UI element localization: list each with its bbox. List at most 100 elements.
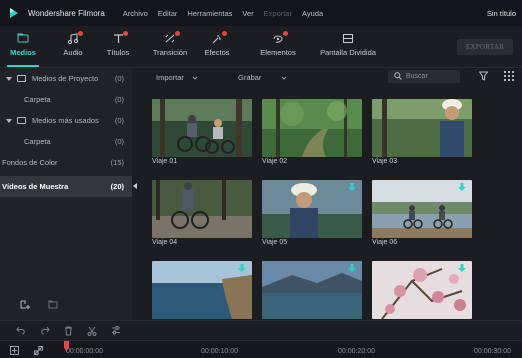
download-icon[interactable] [458, 183, 466, 192]
sidebar-item-count: (0) [114, 74, 124, 83]
timecode-label: 00:00:30:00 [474, 348, 511, 355]
tab-pantalla-dividida[interactable]: Pantalla Dividida [308, 30, 388, 57]
menu-exportar[interactable]: Exportar [264, 9, 292, 18]
menu-bar: Archivo Editar Herramientas Ver Exportar… [123, 9, 333, 18]
mountain-lake-image [262, 261, 362, 319]
expand-triangle-icon[interactable] [6, 118, 12, 123]
menu-herramientas[interactable]: Herramientas [187, 9, 232, 18]
transition-icon [164, 30, 180, 46]
cyclist-helmet-lake-image [262, 180, 362, 238]
tab-titulos-label: Títulos [106, 48, 130, 57]
grid-view-icon[interactable] [504, 71, 514, 83]
sidebar-item-label: Medios más usados [32, 116, 99, 125]
thumbnail-caption: Viaje 01 [152, 158, 178, 165]
sidebar-item-count: (0) [114, 95, 124, 104]
sidebar-item-videos-muestra[interactable]: Vídeos de Muestra (20) [0, 176, 132, 197]
menu-editar[interactable]: Editar [158, 9, 178, 18]
tab-pantalla-dividida-label: Pantalla Dividida [320, 48, 376, 57]
thumbnail-caption: Viaje 04 [152, 239, 178, 246]
search-icon [394, 71, 402, 82]
redo-icon[interactable] [40, 326, 50, 335]
timecode-label: 00:00:00:00 [66, 348, 103, 355]
sidebar-item-medios-usados[interactable]: Medios más usados (0) [0, 110, 132, 131]
sidebar-item-count: (20) [110, 182, 124, 191]
media-browser: Importar Grabar Viaje 01 [139, 68, 522, 320]
music-note-icon [67, 30, 83, 46]
timeline-toolbar [0, 320, 522, 340]
sidebar-item-carpeta-usados[interactable]: Carpeta (0) [0, 131, 132, 152]
media-toolbar: Importar Grabar [139, 68, 522, 86]
elements-icon [272, 30, 288, 46]
media-thumbnail[interactable] [152, 261, 252, 319]
sidebar-item-label: Medios de Proyecto [32, 74, 99, 83]
record-dropdown[interactable]: Grabar [238, 71, 287, 83]
thumbnail-caption: Viaje 03 [372, 158, 398, 165]
notification-dot [283, 31, 288, 36]
delete-icon[interactable] [64, 326, 73, 336]
notification-dot [222, 31, 227, 36]
adjust-icon[interactable] [111, 326, 121, 335]
sidebar-item-count: (15) [110, 158, 124, 167]
import-dropdown[interactable]: Importar [156, 71, 198, 83]
download-icon[interactable] [238, 264, 246, 273]
active-tab-indicator [7, 65, 39, 67]
sidebar-item-count: (0) [114, 137, 124, 146]
timeline-ruler[interactable]: 00:00:00:00 00:00:10:00 00:00:20:00 00:0… [0, 340, 522, 358]
filter-icon[interactable] [478, 71, 489, 83]
export-button[interactable]: EXPORTAR [457, 39, 513, 55]
thumbnail-caption: Viaje 05 [262, 239, 288, 246]
media-thumbnail[interactable] [372, 99, 472, 157]
media-thumbnail[interactable] [152, 180, 252, 238]
sidebar-item-label: Carpeta [24, 137, 51, 146]
notification-dot [78, 31, 83, 36]
undo-icon[interactable] [16, 326, 26, 335]
media-thumbnail[interactable] [152, 99, 252, 157]
media-thumbnail[interactable] [262, 180, 362, 238]
sidebar-item-carpeta-proyecto[interactable]: Carpeta (0) [0, 89, 132, 110]
media-thumbnail[interactable] [262, 261, 362, 319]
cyclist-rocky-forest-image [152, 180, 252, 238]
import-label: Importar [156, 72, 184, 82]
collapse-panel-icon[interactable] [133, 183, 137, 189]
chevron-down-icon [281, 73, 287, 82]
menu-ver[interactable]: Ver [242, 9, 253, 18]
folder-icon [17, 30, 29, 46]
link-icon[interactable] [34, 346, 43, 357]
new-folder-icon[interactable] [20, 300, 30, 311]
chevron-down-icon [192, 73, 198, 82]
tab-medios-label: Medios [10, 48, 36, 57]
tab-titulos[interactable]: Títulos [88, 30, 148, 57]
effects-icon [211, 30, 227, 46]
folder-icon [17, 117, 26, 124]
folder-outline-icon[interactable] [48, 300, 58, 311]
window-title: Sin título [486, 9, 516, 18]
expand-triangle-icon[interactable] [6, 76, 12, 81]
menu-archivo[interactable]: Archivo [123, 9, 148, 18]
sidebar-item-fondos-color[interactable]: Fondos de Color (15) [0, 152, 132, 173]
download-icon[interactable] [458, 264, 466, 273]
add-track-icon[interactable] [10, 346, 19, 357]
app-name: Wondershare Filmora [28, 8, 105, 18]
timecode-label: 00:00:10:00 [201, 348, 238, 355]
media-thumbnail[interactable] [372, 180, 472, 238]
folder-icon [17, 75, 26, 82]
sidebar-item-medios-proyecto[interactable]: Medios de Proyecto (0) [0, 68, 132, 89]
cut-icon[interactable] [87, 326, 97, 336]
sidebar-footer [0, 290, 132, 320]
filmora-logo-icon [8, 7, 20, 19]
tab-elementos-label: Elementos [260, 48, 296, 57]
media-thumbnail[interactable] [262, 99, 362, 157]
thumbnail-caption: Viaje 06 [372, 239, 398, 246]
download-icon[interactable] [348, 264, 356, 273]
tab-elementos[interactable]: Elementos [248, 30, 308, 57]
menu-ayuda[interactable]: Ayuda [302, 9, 323, 18]
tab-efectos[interactable]: Efectos [187, 30, 247, 57]
media-thumbnail[interactable] [372, 261, 472, 319]
main-toolbar: Medios Audio Títulos Transición Efectos [0, 26, 522, 68]
search-input[interactable] [406, 73, 460, 80]
split-screen-icon [342, 30, 354, 46]
search-box [388, 70, 460, 83]
timecode-label: 00:00:20:00 [338, 348, 375, 355]
download-icon[interactable] [348, 183, 356, 192]
sidebar-item-label: Fondos de Color [2, 158, 58, 167]
